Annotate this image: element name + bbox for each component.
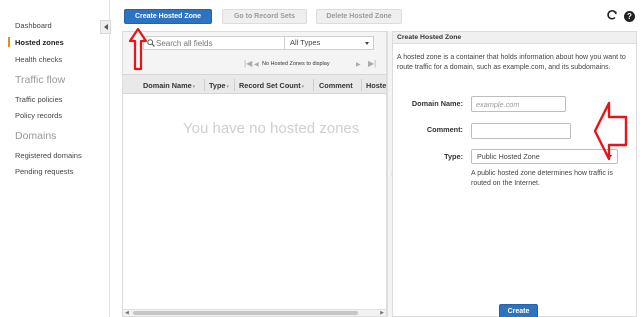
sidebar-item-hosted-zones[interactable]: Hosted zones (15, 38, 64, 47)
column-type[interactable]: Type▾ (209, 81, 229, 90)
pager-row: |◀ ◀ No Hosted Zones to display ▶ ▶| (123, 54, 386, 74)
hosted-zones-list-panel: ✕ All Types |◀ ◀ No Hosted Zones to disp… (122, 31, 387, 317)
column-divider (313, 79, 314, 91)
collapse-left-icon (103, 24, 108, 30)
column-label: Hoste (366, 81, 387, 90)
column-divider (361, 79, 362, 91)
hosted-zone-type-value: Public Hosted Zone (477, 152, 540, 161)
create-button[interactable]: Create (499, 304, 538, 317)
column-record-set-count[interactable]: Record Set Count▾ (239, 81, 304, 90)
column-hosted-zone-id[interactable]: Hoste (366, 81, 386, 90)
column-label: Domain Name (143, 81, 192, 90)
delete-hosted-zone-button[interactable]: Delete Hosted Zone (316, 9, 402, 24)
column-divider (234, 79, 235, 91)
sidebar-item-registered-domains[interactable]: Registered domains (15, 151, 82, 160)
section-domains: Domains (15, 130, 57, 142)
type-label: Type: (444, 152, 463, 161)
hosted-zone-type-select[interactable]: Public Hosted Zone (471, 149, 618, 164)
column-domain-name[interactable]: Domain Name▾ (143, 81, 195, 90)
comment-label: Comment: (426, 125, 463, 134)
column-divider (204, 79, 205, 91)
domain-name-input[interactable] (471, 96, 566, 112)
next-page-icon[interactable]: ▶ (356, 61, 361, 68)
section-traffic-flow: Traffic flow (15, 74, 66, 86)
prev-page-icon[interactable]: ◀ (254, 61, 259, 68)
comment-input[interactable] (471, 123, 571, 139)
domain-name-label: Domain Name: (411, 99, 463, 108)
type-filter-value: All Types (290, 38, 321, 47)
sidebar-item-policy-records[interactable]: Policy records (15, 111, 62, 120)
chevron-down-icon (365, 42, 369, 45)
search-box[interactable]: ✕ (143, 36, 299, 50)
scrollbar-thumb[interactable] (133, 311, 358, 315)
sidebar-item-pending-requests[interactable]: Pending requests (15, 167, 73, 176)
pager-status: No Hosted Zones to display (262, 61, 330, 67)
sort-icon: ▾ (226, 84, 230, 90)
refresh-icon[interactable] (606, 9, 618, 21)
create-hosted-zone-panel: Create Hosted Zone A hosted zone is a co… (392, 31, 637, 317)
scroll-right-icon[interactable]: ▶ (380, 310, 384, 316)
column-label: Comment (319, 81, 353, 90)
type-filter-select[interactable]: All Types (284, 36, 374, 50)
active-indicator (8, 37, 10, 47)
create-hosted-zone-button[interactable]: Create Hosted Zone (124, 9, 212, 24)
sidebar-item-health-checks[interactable]: Health checks (15, 55, 62, 64)
type-help-text: A public hosted zone determines how traf… (471, 170, 613, 187)
column-label: Record Set Count (239, 81, 301, 90)
sidebar: Dashboard Hosted zones Health checks Tra… (0, 0, 110, 317)
scroll-left-icon[interactable]: ◀ (125, 310, 129, 316)
help-icon[interactable]: ? (624, 11, 635, 22)
horizontal-scrollbar[interactable]: ◀ ▶ (123, 309, 386, 316)
search-icon (147, 39, 155, 47)
last-page-icon[interactable]: ▶| (368, 59, 376, 68)
filter-row: ✕ All Types (123, 32, 386, 54)
sort-icon: ▾ (192, 84, 196, 90)
empty-state-message: You have no hosted zones (183, 120, 360, 137)
first-page-icon[interactable]: |◀ (244, 59, 252, 68)
chevron-down-icon (608, 155, 612, 158)
sort-icon: ▾ (301, 84, 305, 90)
panel-description: A hosted zone is a container that holds … (397, 54, 626, 71)
panel-title: Create Hosted Zone (393, 32, 636, 44)
search-input[interactable] (156, 38, 276, 49)
column-label: Type (209, 81, 226, 90)
sidebar-item-traffic-policies[interactable]: Traffic policies (15, 95, 63, 104)
go-to-record-sets-button[interactable]: Go to Record Sets (222, 9, 307, 24)
column-comment[interactable]: Comment (319, 81, 353, 90)
sidebar-item-dashboard[interactable]: Dashboard (15, 21, 52, 30)
table-header: Domain Name▾ Type▾ Record Set Count▾ Com… (123, 74, 386, 94)
sidebar-collapse-button[interactable] (100, 20, 111, 34)
